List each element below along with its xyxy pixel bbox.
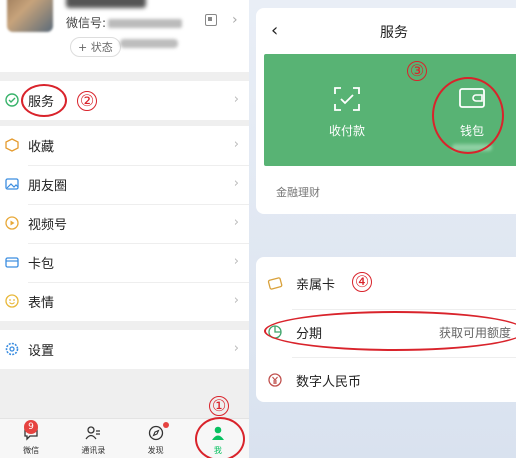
menu-item-label: 视频号: [28, 218, 68, 233]
wechat-id: 微信号:: [66, 14, 183, 31]
tab-discover[interactable]: 发现: [125, 419, 187, 458]
compass-icon: [148, 425, 163, 441]
wechat-id-blurred: [108, 19, 183, 28]
chevron-right-icon: ›: [232, 12, 238, 28]
menu-group-settings: 设置 ›: [0, 330, 249, 369]
chevron-right-icon: ›: [233, 176, 239, 191]
me-page: 微信号: › + 状态 服务 › 收藏 › 朋友圈 › 视频号 › 卡包 › 表…: [0, 0, 249, 458]
tab-label: 通讯录: [81, 446, 106, 455]
menu-item-label: 卡包: [28, 257, 55, 272]
service-page: ‹ 服务 收付款 钱包 金融理财 ③ 亲属卡 分期 获取可用额度 数字人民币 ④: [249, 0, 516, 458]
wechat-id-label: 微信号:: [66, 16, 107, 30]
card-wallet-icon: [5, 257, 19, 268]
chevron-right-icon: ›: [233, 341, 239, 356]
chevron-right-icon: ›: [233, 215, 239, 230]
menu-item-moments[interactable]: 朋友圈 ›: [0, 165, 249, 204]
sticker-icon: [5, 294, 19, 308]
tab-contacts[interactable]: 通讯录: [62, 419, 124, 458]
menu-item-stickers[interactable]: 表情 ›: [0, 282, 249, 321]
menu-item-label: 表情: [28, 296, 55, 311]
menu-item-settings[interactable]: 设置 ›: [0, 330, 249, 369]
menu-item-label: 朋友圈: [28, 179, 68, 194]
profile-card[interactable]: 微信号: › + 状态: [0, 0, 249, 72]
menu-item-favorites[interactable]: 收藏 ›: [0, 126, 249, 165]
tab-label: 发现: [147, 446, 164, 455]
service-icon: [5, 93, 19, 107]
nav-header: ‹ 服务: [256, 8, 516, 54]
chevron-right-icon: ›: [233, 137, 239, 152]
digital-rmb-icon: [268, 373, 282, 387]
annotation-circle-installment: [264, 311, 516, 351]
menu-item-label: 收藏: [28, 140, 55, 155]
menu-item-card-wallet[interactable]: 卡包 ›: [0, 243, 249, 282]
scan-pay-icon: [334, 87, 360, 111]
family-card-icon: [267, 277, 283, 290]
annotation-number-4: ④: [352, 272, 372, 292]
annotation-circle-wallet: [432, 77, 504, 154]
contacts-icon: [85, 426, 101, 440]
chevron-right-icon: ›: [233, 293, 239, 308]
annotation-circle-service: [21, 84, 67, 117]
profile-name-blurred: [66, 0, 146, 8]
menu-item-label: 设置: [28, 344, 55, 359]
avatar[interactable]: [7, 0, 53, 32]
status-button[interactable]: + 状态: [70, 37, 121, 57]
menu-group-main: 收藏 › 朋友圈 › 视频号 › 卡包 › 表情 ›: [0, 126, 249, 321]
qr-code-icon[interactable]: [205, 14, 217, 26]
back-arrow-icon[interactable]: ‹: [271, 20, 278, 41]
annotation-circle-me: [195, 417, 245, 458]
menu-item-channels[interactable]: 视频号 ›: [0, 204, 249, 243]
receive-pay-button[interactable]: 收付款: [322, 86, 372, 139]
page-title: 服务: [380, 25, 408, 41]
annotation-number-3: ③: [407, 61, 427, 81]
new-dot: [162, 422, 169, 428]
moments-icon: [5, 178, 19, 190]
favorites-icon: [5, 138, 19, 152]
family-card-label: 亲属卡: [296, 277, 336, 293]
annotation-number-2: ②: [77, 91, 97, 111]
channels-icon: [5, 216, 19, 230]
friend-status-blurred: [120, 39, 178, 48]
settings-icon: [5, 342, 19, 356]
finance-section-label: 金融理财: [276, 186, 320, 199]
chevron-right-icon: ›: [233, 254, 239, 269]
annotation-number-1: ①: [209, 396, 229, 416]
chevron-right-icon: ›: [233, 92, 239, 107]
tab-label: 微信: [23, 446, 40, 455]
digital-rmb-label: 数字人民币: [296, 374, 362, 390]
unread-badge: 9: [24, 420, 38, 434]
tab-chats[interactable]: 9 微信: [0, 419, 62, 458]
family-card-item[interactable]: 亲属卡: [256, 261, 516, 305]
digital-rmb-item[interactable]: 数字人民币: [256, 358, 516, 402]
receive-pay-label: 收付款: [328, 124, 365, 138]
